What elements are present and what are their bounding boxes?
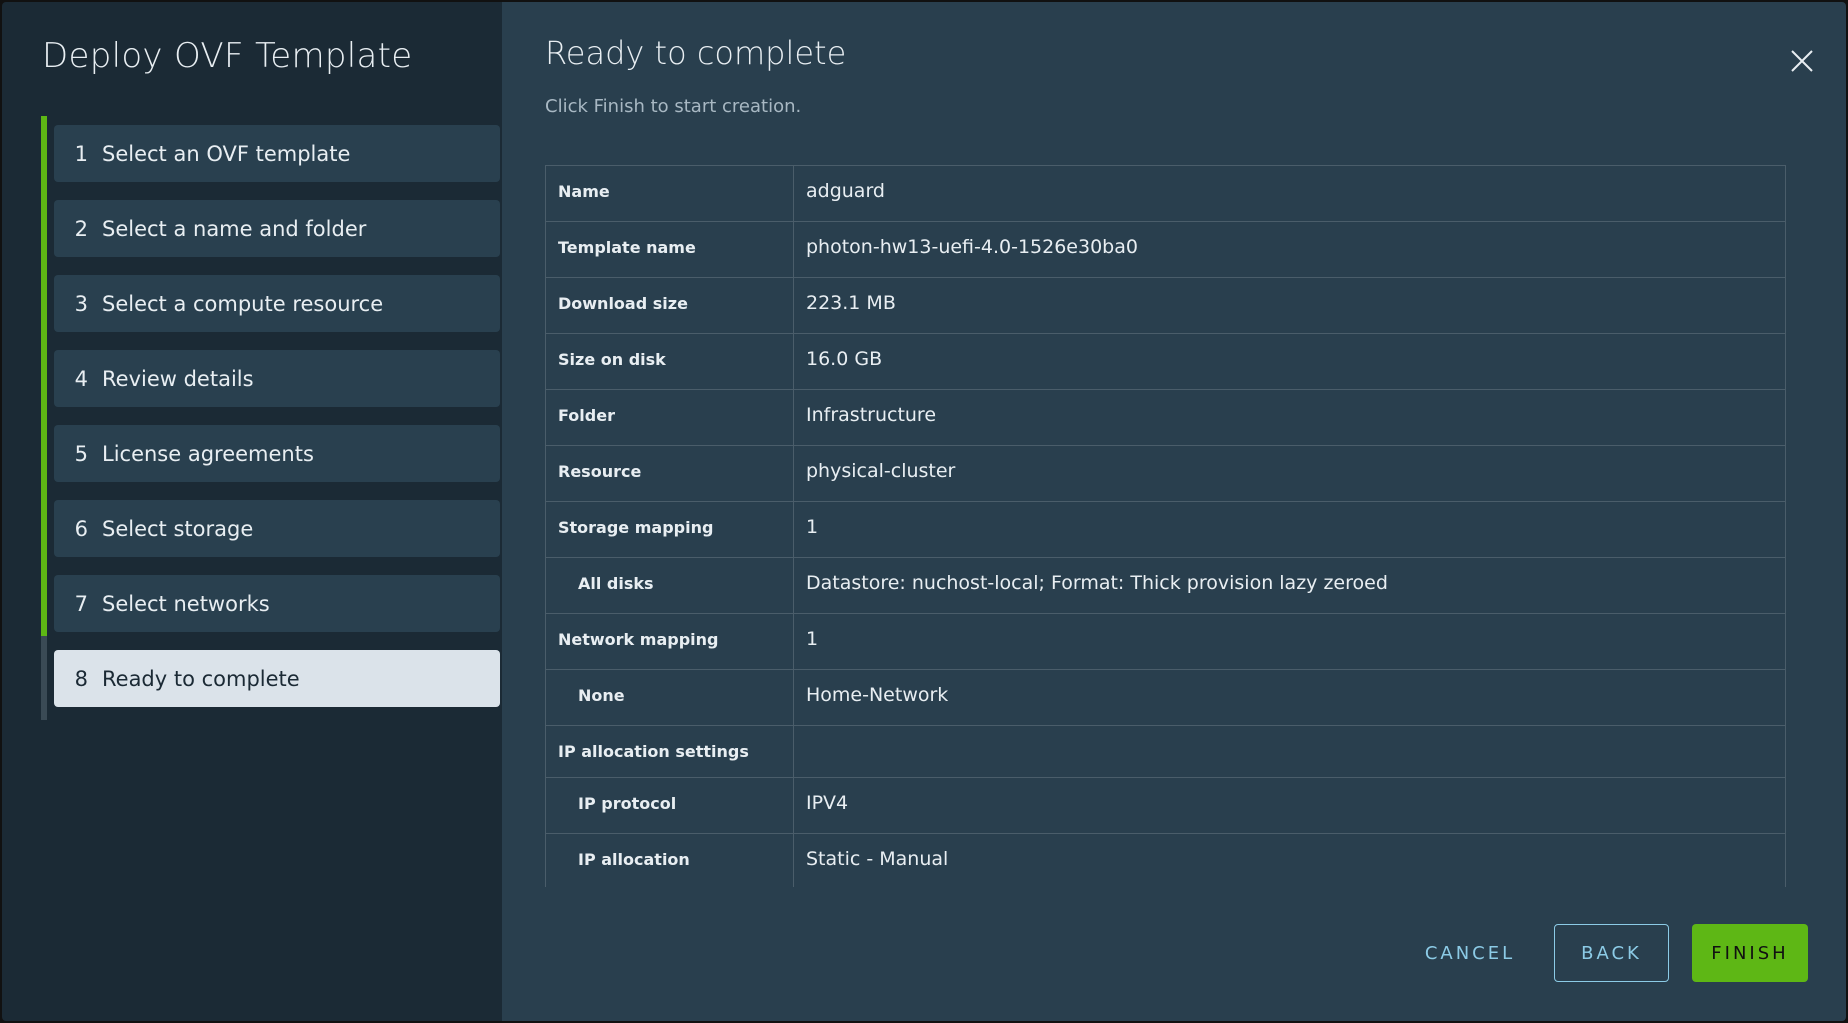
step-1[interactable]: 1 Select an OVF template [54, 125, 500, 182]
row-value: 223.1 MB [793, 277, 1786, 334]
step-number: 6 [74, 516, 88, 541]
table-row: Storage mapping 1 [545, 501, 1786, 558]
row-value: 1 [793, 613, 1786, 670]
step-label: Ready to complete [102, 666, 300, 691]
row-label: Template name [545, 221, 794, 278]
row-value: Home-Network [793, 669, 1786, 726]
step-label: Select a compute resource [102, 291, 384, 316]
row-label: None [545, 669, 794, 726]
row-label: Download size [545, 277, 794, 334]
row-value: 1 [793, 501, 1786, 558]
wizard-title: Deploy OVF Template [42, 36, 413, 76]
step-number: 8 [74, 666, 88, 691]
table-row: Folder Infrastructure [545, 389, 1786, 446]
close-icon[interactable] [1790, 49, 1814, 73]
row-label: IP allocation settings [545, 725, 794, 778]
row-value: photon-hw13-uefi-4.0-1526e30ba0 [793, 221, 1786, 278]
table-row: None Home-Network [545, 669, 1786, 726]
table-row: Download size 223.1 MB [545, 277, 1786, 334]
step-2[interactable]: 2 Select a name and folder [54, 200, 500, 257]
row-label: IP allocation [545, 833, 794, 887]
page-subtitle: Click Finish to start creation. [545, 96, 802, 117]
step-6[interactable]: 6 Select storage [54, 500, 500, 557]
row-value: physical-cluster [793, 445, 1786, 502]
wizard-sidebar: Deploy OVF Template 1 Select an OVF templ… [2, 2, 502, 1021]
table-row: All disks Datastore: nuchost-local; Forma… [545, 557, 1786, 614]
step-label: Select networks [102, 591, 270, 616]
page-title: Ready to complete [545, 34, 847, 72]
row-value: 16.0 GB [793, 333, 1786, 390]
row-value: Infrastructure [793, 389, 1786, 446]
row-value: IPV4 [793, 777, 1786, 834]
table-row: Name adguard [545, 165, 1786, 222]
row-label: Name [545, 165, 794, 222]
table-row: Template name photon-hw13-uefi-4.0-1526e3… [545, 221, 1786, 278]
table-row: IP allocation settings [545, 725, 1786, 778]
wizard-steps: 1 Select an OVF template 2 Select a name a… [54, 125, 500, 725]
deploy-ovf-dialog: Deploy OVF Template 1 Select an OVF templ… [2, 2, 1846, 1021]
table-row: Network mapping 1 [545, 613, 1786, 670]
row-label: Storage mapping [545, 501, 794, 558]
step-number: 5 [74, 441, 88, 466]
step-7[interactable]: 7 Select networks [54, 575, 500, 632]
cancel-button[interactable]: CANCEL [1410, 924, 1530, 982]
main-panel: Ready to complete Click Finish to start … [502, 2, 1846, 1021]
progress-rail-done [41, 116, 47, 636]
row-value: Datastore: nuchost-local; Format: Thick … [793, 557, 1786, 614]
row-value [793, 725, 1786, 778]
step-number: 1 [74, 141, 88, 166]
row-label: Size on disk [545, 333, 794, 390]
step-label: Select storage [102, 516, 254, 541]
table-row: Size on disk 16.0 GB [545, 333, 1786, 390]
table-row: IP allocation Static - Manual [545, 833, 1786, 887]
step-number: 3 [74, 291, 88, 316]
step-label: Select an OVF template [102, 141, 351, 166]
step-8-active[interactable]: 8 Ready to complete [54, 650, 500, 707]
row-label: Folder [545, 389, 794, 446]
step-3[interactable]: 3 Select a compute resource [54, 275, 500, 332]
row-value: Static - Manual [793, 833, 1786, 887]
step-5[interactable]: 5 License agreements [54, 425, 500, 482]
row-label: IP protocol [545, 777, 794, 834]
progress-rail [41, 116, 47, 720]
finish-button[interactable]: FINISH [1692, 924, 1808, 982]
step-number: 2 [74, 216, 88, 241]
summary-table: Name adguard Template name photon-hw13-uefi… [545, 165, 1786, 887]
row-label: All disks [545, 557, 794, 614]
step-number: 4 [74, 366, 88, 391]
step-4[interactable]: 4 Review details [54, 350, 500, 407]
table-row: IP protocol IPV4 [545, 777, 1786, 834]
step-label: Select a name and folder [102, 216, 367, 241]
step-label: Review details [102, 366, 254, 391]
row-value: adguard [793, 165, 1786, 222]
step-label: License agreements [102, 441, 314, 466]
step-number: 7 [74, 591, 88, 616]
row-label: Resource [545, 445, 794, 502]
table-row: Resource physical-cluster [545, 445, 1786, 502]
back-button[interactable]: BACK [1554, 924, 1669, 982]
row-label: Network mapping [545, 613, 794, 670]
